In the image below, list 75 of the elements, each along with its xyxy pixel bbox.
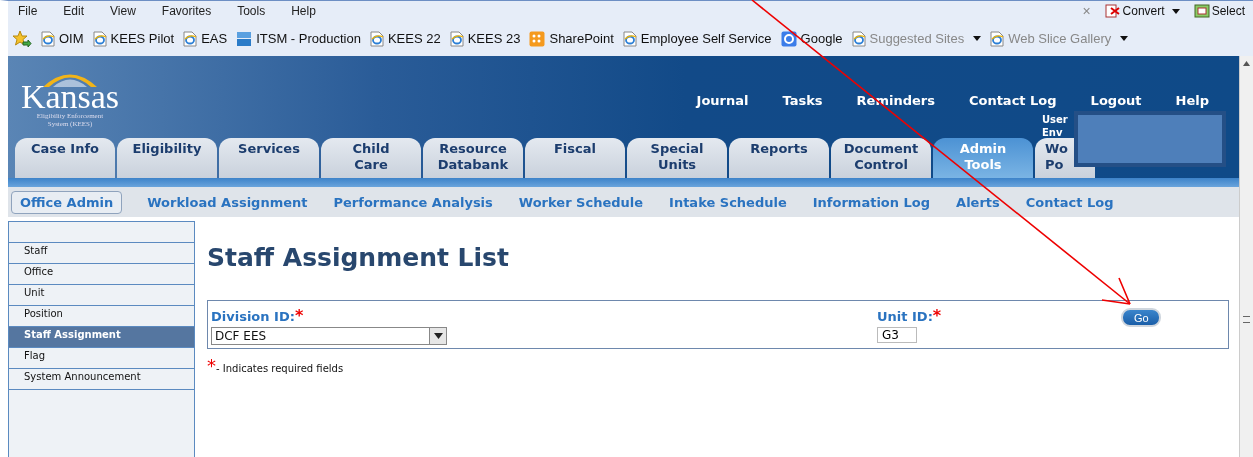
nav-tab[interactable]: Eligibility xyxy=(117,138,217,178)
sidebar-item[interactable]: Office xyxy=(9,264,194,285)
sidebar-item[interactable]: Staff xyxy=(9,243,194,264)
header-link[interactable]: Logout xyxy=(1090,93,1142,108)
subnav-link[interactable]: Workload Assignment xyxy=(146,190,309,214)
subnav-link[interactable]: Worker Schedule xyxy=(517,190,645,214)
nav-tab[interactable]: Document Control xyxy=(831,138,931,178)
document-icon xyxy=(1104,4,1121,18)
caret-icon xyxy=(1171,8,1180,14)
header-link[interactable]: Tasks xyxy=(782,93,823,108)
browser-page-icon xyxy=(41,30,55,47)
nav-tab[interactable]: Services xyxy=(219,138,319,178)
subnav-link[interactable]: Contact Log xyxy=(1024,190,1115,214)
favorite-link[interactable]: Google xyxy=(780,30,843,47)
menu-item[interactable]: Tools xyxy=(237,4,266,18)
browser-page-icon xyxy=(449,30,464,47)
caret-icon xyxy=(973,36,982,41)
browser-page-icon xyxy=(92,30,107,47)
browser-page-icon xyxy=(369,30,384,47)
dots-square-icon xyxy=(529,30,546,47)
division-select[interactable]: DCF EES xyxy=(211,327,447,345)
nav-tab[interactable]: Resource Databank xyxy=(423,138,523,178)
ring-square-icon xyxy=(780,30,797,47)
subnav-link[interactable]: Information Log xyxy=(811,190,932,214)
go-button[interactable]: Go xyxy=(1121,308,1162,327)
select-button[interactable]: Select xyxy=(1193,4,1245,18)
window-icon xyxy=(1193,4,1210,18)
user-label: Env xyxy=(1042,126,1064,139)
required-note: *- Indicates required fields xyxy=(207,355,345,376)
header-link[interactable]: Journal xyxy=(696,93,749,108)
sidebar-item[interactable]: Unit xyxy=(9,285,194,306)
menu-item[interactable]: File xyxy=(18,4,38,18)
unit-input[interactable]: G3 xyxy=(877,327,917,343)
field-label: Division ID:* xyxy=(211,306,305,325)
favorite-link[interactable]: EAS xyxy=(183,30,228,47)
nav-tab[interactable]: Special Units xyxy=(627,138,727,178)
page-title: Staff Assignment List xyxy=(207,243,510,272)
nav-tab[interactable]: Case Info xyxy=(15,138,115,178)
menu-item[interactable]: View xyxy=(110,4,136,18)
browser-page-icon xyxy=(851,30,866,47)
nav-tab[interactable]: Fiscal xyxy=(525,138,625,178)
subnav-link[interactable]: Performance Analysis xyxy=(332,190,494,214)
caret-icon xyxy=(1120,36,1129,41)
subnav-link[interactable]: Alerts xyxy=(955,190,1001,214)
favorite-link[interactable]: KEES Pilot xyxy=(92,30,175,47)
browser-page-icon xyxy=(990,30,1005,47)
favorite-link[interactable]: Employee Self Service xyxy=(622,30,772,47)
favorite-link[interactable]: SharePoint xyxy=(529,30,614,47)
subnav-link[interactable]: Intake Schedule xyxy=(668,190,788,214)
favorite-link[interactable]: KEES 23 xyxy=(449,30,521,47)
header-link[interactable]: Help xyxy=(1175,93,1209,108)
favorite-link[interactable]: OIM xyxy=(41,30,84,47)
menu-item[interactable]: Edit xyxy=(63,4,85,18)
browser-page-icon xyxy=(622,30,637,47)
user-label: User xyxy=(1042,113,1068,126)
favorite-link[interactable]: KEES 22 xyxy=(369,30,441,47)
convert-button[interactable]: Convert xyxy=(1104,4,1180,18)
menu-item[interactable]: Help xyxy=(291,4,316,18)
header-link[interactable]: Contact Log xyxy=(968,93,1057,108)
caret-icon xyxy=(433,333,443,339)
sidebar-item[interactable]: Staff Assignment xyxy=(9,327,194,348)
add-favorite-icon[interactable] xyxy=(12,29,32,48)
sidebar-item[interactable]: Flag xyxy=(9,348,194,369)
up-arrow-icon[interactable] xyxy=(1243,60,1250,66)
nav-tab[interactable]: Reports xyxy=(729,138,829,178)
favorite-link[interactable]: ITSM - Production xyxy=(236,30,361,47)
nav-tab[interactable]: Child Care xyxy=(321,138,421,178)
scrollbar[interactable] xyxy=(1239,56,1253,457)
subnav-link[interactable]: Office Admin xyxy=(11,190,123,214)
grip-icon[interactable] xyxy=(1243,316,1250,323)
sidebar-item[interactable]: System Announcement xyxy=(9,369,194,390)
menu-item[interactable]: Favorites xyxy=(161,4,212,18)
split-tile-icon xyxy=(236,30,253,47)
field-label: Unit ID:* xyxy=(877,306,942,325)
browser-page-icon xyxy=(183,30,198,47)
